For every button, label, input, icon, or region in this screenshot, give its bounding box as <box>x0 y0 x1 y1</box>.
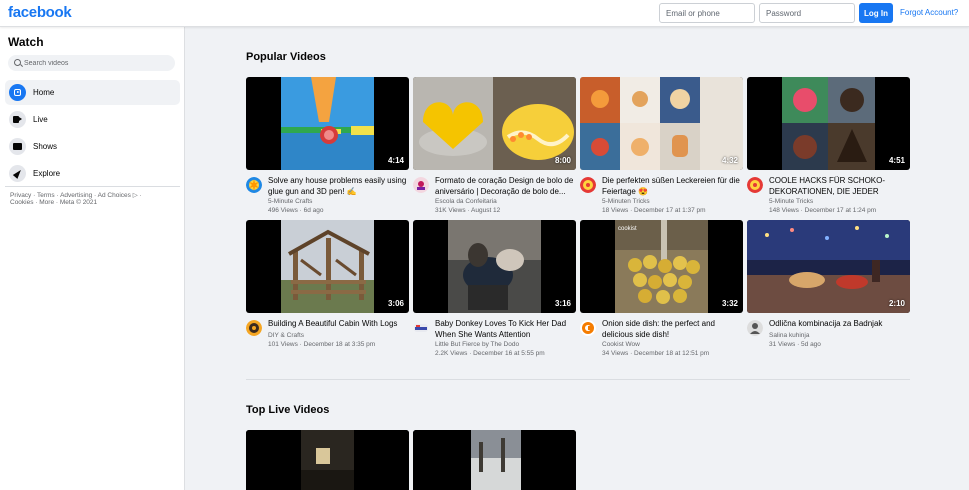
video-thumbnail[interactable]: 8:00 <box>413 77 576 170</box>
shows-icon <box>9 138 26 155</box>
forgot-account-link[interactable]: Forgot Account? <box>900 8 958 17</box>
sidebar-item-label: Shows <box>33 142 58 151</box>
thumbnail-image-glue-gun <box>281 77 374 170</box>
thumbnail-image-heart-cake <box>413 77 576 170</box>
video-duration: 4:51 <box>888 156 905 165</box>
top-bar: facebook Log In Forgot Account? <box>0 0 969 27</box>
video-thumbnail[interactable]: 4:14 <box>246 77 409 170</box>
video-thumbnail[interactable]: 4:51 <box>747 77 910 170</box>
channel-avatar-5-minuten-tricks-icon[interactable] <box>580 177 596 193</box>
video-meta: 31K Views · August 12 <box>435 207 501 214</box>
video-channel[interactable]: Cookist Wow <box>602 341 743 348</box>
footer-links[interactable]: Privacy · Terms · Advertising · Ad Choic… <box>10 191 180 199</box>
thumbnail-image-sweet-treats <box>580 77 743 170</box>
sidebar-item-home[interactable]: Home <box>5 80 180 105</box>
video-title[interactable]: COOLE HACKS FÜR SCHOKO-DEKORATIONEN, DIE… <box>769 176 910 197</box>
video-title[interactable]: Building A Beautiful Cabin With Logs <box>268 319 409 330</box>
video-thumbnail[interactable]: 4:32 <box>580 77 743 170</box>
live-camera-icon <box>9 111 26 128</box>
video-channel[interactable]: 5-Minuten Tricks <box>602 198 743 205</box>
search-icon <box>14 59 21 66</box>
video-title[interactable]: Formato de coração Design de bolo de ani… <box>435 176 576 197</box>
video-duration: 4:32 <box>721 156 738 165</box>
video-meta: 101 Views · December 18 at 3:35 pm <box>268 341 376 348</box>
channel-avatar-5-minute-crafts-icon[interactable] <box>246 177 262 193</box>
video-title[interactable]: Odlična kombinacija za Badnjak <box>769 319 910 330</box>
video-thumbnail[interactable]: 2:10 <box>747 220 910 313</box>
live-video-thumbnail[interactable] <box>246 430 409 490</box>
video-meta: 18 Views · December 17 at 1:37 pm <box>602 207 706 214</box>
channel-avatar-cookist-icon[interactable] <box>580 320 596 336</box>
footer-links-2[interactable]: Cookies · More · Meta © 2021 <box>10 199 180 206</box>
section-divider <box>246 379 910 380</box>
video-title[interactable]: Die perfekten süßen Leckereien für die F… <box>602 176 743 197</box>
video-duration: 2:10 <box>888 299 905 308</box>
channel-avatar-diy-crafts-icon[interactable] <box>246 320 262 336</box>
facebook-logo[interactable]: facebook <box>8 4 72 21</box>
live-video-thumbnail[interactable] <box>413 430 576 490</box>
video-channel[interactable]: DIY & Crafts <box>268 332 409 339</box>
video-duration: 3:16 <box>554 299 571 308</box>
play-icon <box>9 84 26 101</box>
live-thumbnail-image-street <box>413 430 576 490</box>
sidebar-item-label: Explore <box>33 169 61 178</box>
sidebar-divider <box>5 186 180 187</box>
sidebar-item-shows[interactable]: Shows <box>5 134 180 159</box>
video-duration: 8:00 <box>554 156 571 165</box>
top-live-videos-title: Top Live Videos <box>246 404 330 416</box>
sidebar-item-label: Live <box>33 115 48 124</box>
search-box[interactable] <box>8 55 175 71</box>
video-title[interactable]: Onion side dish: the perfect and delicio… <box>602 319 743 340</box>
sidebar-item-live[interactable]: Live <box>5 107 180 132</box>
email-input[interactable] <box>659 3 755 23</box>
thumbnail-image-log-cabin <box>281 220 374 313</box>
sidebar: Watch Home Live Shows Explore Privacy · … <box>0 27 185 490</box>
search-input[interactable] <box>22 55 174 71</box>
sidebar-item-explore[interactable]: Explore <box>5 161 180 186</box>
channel-avatar-escola-icon[interactable] <box>413 177 429 193</box>
video-thumbnail[interactable]: 3:16 <box>413 220 576 313</box>
video-channel[interactable]: Salina kuhinja <box>769 332 910 339</box>
video-channel[interactable]: 5-Minute Tricks <box>769 198 910 205</box>
video-meta: 34 Views · December 18 at 12:51 pm <box>602 350 710 357</box>
video-meta: 148 Views · December 17 at 1:24 pm <box>769 207 877 214</box>
video-channel[interactable]: Escola da Confeitaria <box>435 198 576 205</box>
video-title[interactable]: Solve any house problems easily using gl… <box>268 176 409 197</box>
thumbnail-image-christmas-table <box>747 220 910 313</box>
video-title[interactable]: Baby Donkey Loves To Kick Her Dad When S… <box>435 319 576 340</box>
channel-avatar-5-minute-tricks-icon[interactable] <box>747 177 763 193</box>
channel-avatar-salina-kuhinja-icon[interactable] <box>747 320 763 336</box>
thumbnail-image-chocolate <box>782 77 875 170</box>
live-thumbnail-image-room <box>246 430 409 490</box>
sidebar-item-label: Home <box>33 88 55 97</box>
video-duration: 3:06 <box>387 299 404 308</box>
video-channel[interactable]: Little But Fierce by The Dodo <box>435 341 576 348</box>
video-meta: 2.2K Views · December 16 at 5:55 pm <box>435 350 545 357</box>
password-input[interactable] <box>759 3 855 23</box>
video-thumbnail[interactable]: cookist 3:32 <box>580 220 743 313</box>
thumbnail-image-onions: cookist <box>615 220 708 313</box>
popular-videos-title: Popular Videos <box>246 51 326 63</box>
video-duration: 4:14 <box>387 156 404 165</box>
channel-avatar-the-dodo-icon[interactable] <box>413 320 429 336</box>
video-meta: 496 Views · 6d ago <box>268 207 324 214</box>
explore-rocket-icon <box>9 165 26 182</box>
video-meta: 31 Views · 5d ago <box>769 341 821 348</box>
video-duration: 3:32 <box>721 299 738 308</box>
thumbnail-overlay-text: cookist <box>618 226 637 232</box>
video-channel[interactable]: 5-Minute Crafts <box>268 198 409 205</box>
sidebar-title: Watch <box>8 35 44 49</box>
login-button[interactable]: Log In <box>859 3 893 23</box>
thumbnail-image-donkey <box>448 220 541 313</box>
video-thumbnail[interactable]: 3:06 <box>246 220 409 313</box>
